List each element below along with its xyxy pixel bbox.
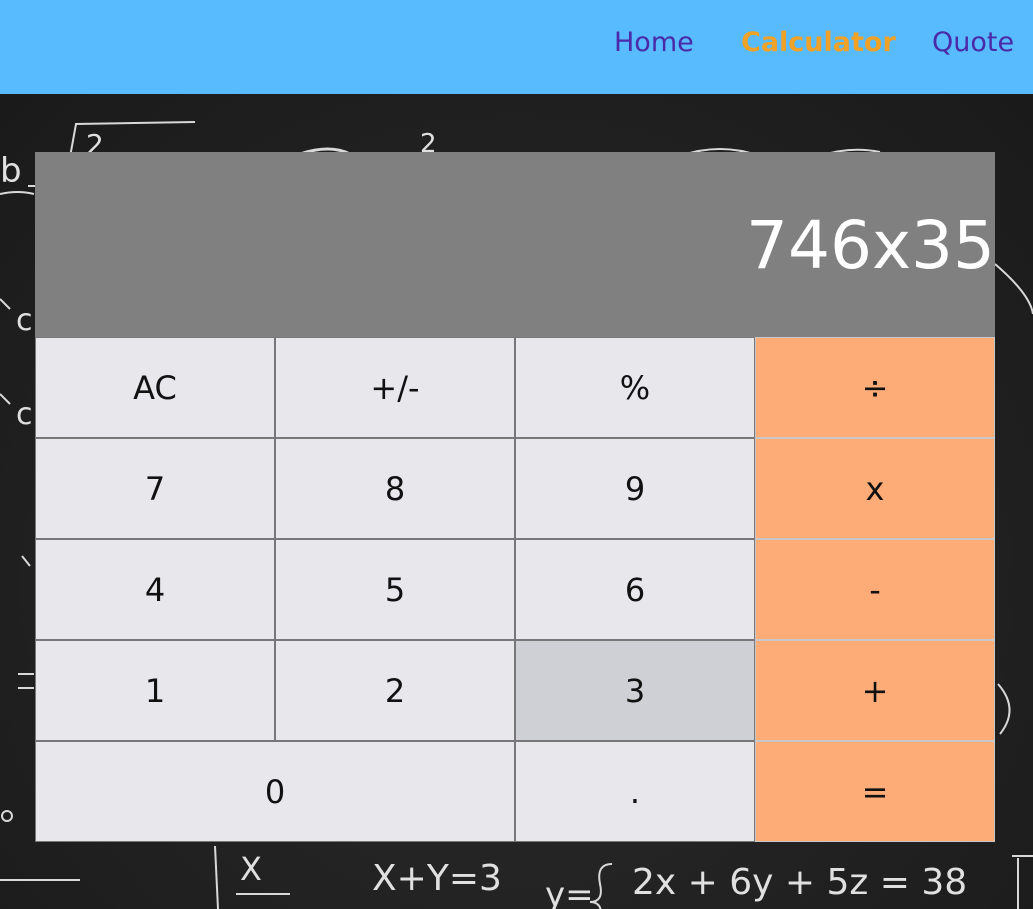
- sign-toggle-button[interactable]: +/-: [275, 337, 515, 438]
- equals-button[interactable]: =: [755, 741, 995, 842]
- digit-6-button[interactable]: 6: [515, 539, 755, 640]
- scribble-y: y=: [545, 875, 594, 909]
- nav-link-calculator[interactable]: Calculator: [741, 26, 896, 60]
- ac-button[interactable]: AC: [35, 337, 275, 438]
- multiply-button[interactable]: x: [755, 438, 995, 539]
- digit-9-button[interactable]: 9: [515, 438, 755, 539]
- decimal-button[interactable]: .: [515, 741, 755, 842]
- digit-4-button[interactable]: 4: [35, 539, 275, 640]
- nav-link-quote[interactable]: Quote: [932, 26, 1014, 60]
- digit-1-button[interactable]: 1: [35, 640, 275, 741]
- digit-8-button[interactable]: 8: [275, 438, 515, 539]
- scribble-x: X: [240, 850, 262, 888]
- scribble-c-a: c: [16, 303, 33, 338]
- plus-button[interactable]: +: [755, 640, 995, 741]
- digit-2-button[interactable]: 2: [275, 640, 515, 741]
- percent-button[interactable]: %: [515, 337, 755, 438]
- calculator: 746x35 AC +/- % ÷ 7 8 9 x 4 5 6 - 1 2 3 …: [35, 152, 995, 842]
- calculator-display: 746x35: [35, 152, 995, 337]
- digit-0-button[interactable]: 0: [35, 741, 515, 842]
- minus-button[interactable]: -: [755, 539, 995, 640]
- top-navbar: Home Calculator Quote: [0, 0, 1033, 94]
- display-value: 746x35: [745, 207, 995, 284]
- divide-button[interactable]: ÷: [755, 337, 995, 438]
- calculator-keypad: AC +/- % ÷ 7 8 9 x 4 5 6 - 1 2 3 + 0 . =: [35, 337, 995, 842]
- scribble-eq-1: X+Y=3: [372, 858, 502, 899]
- scribble-b: b: [0, 151, 22, 191]
- digit-5-button[interactable]: 5: [275, 539, 515, 640]
- scribble-eq-2: 2x + 6y + 5z = 38: [632, 862, 967, 903]
- scribble-c-b: c: [16, 397, 33, 432]
- digit-7-button[interactable]: 7: [35, 438, 275, 539]
- digit-3-button[interactable]: 3: [515, 640, 755, 741]
- nav-link-home[interactable]: Home: [614, 26, 694, 60]
